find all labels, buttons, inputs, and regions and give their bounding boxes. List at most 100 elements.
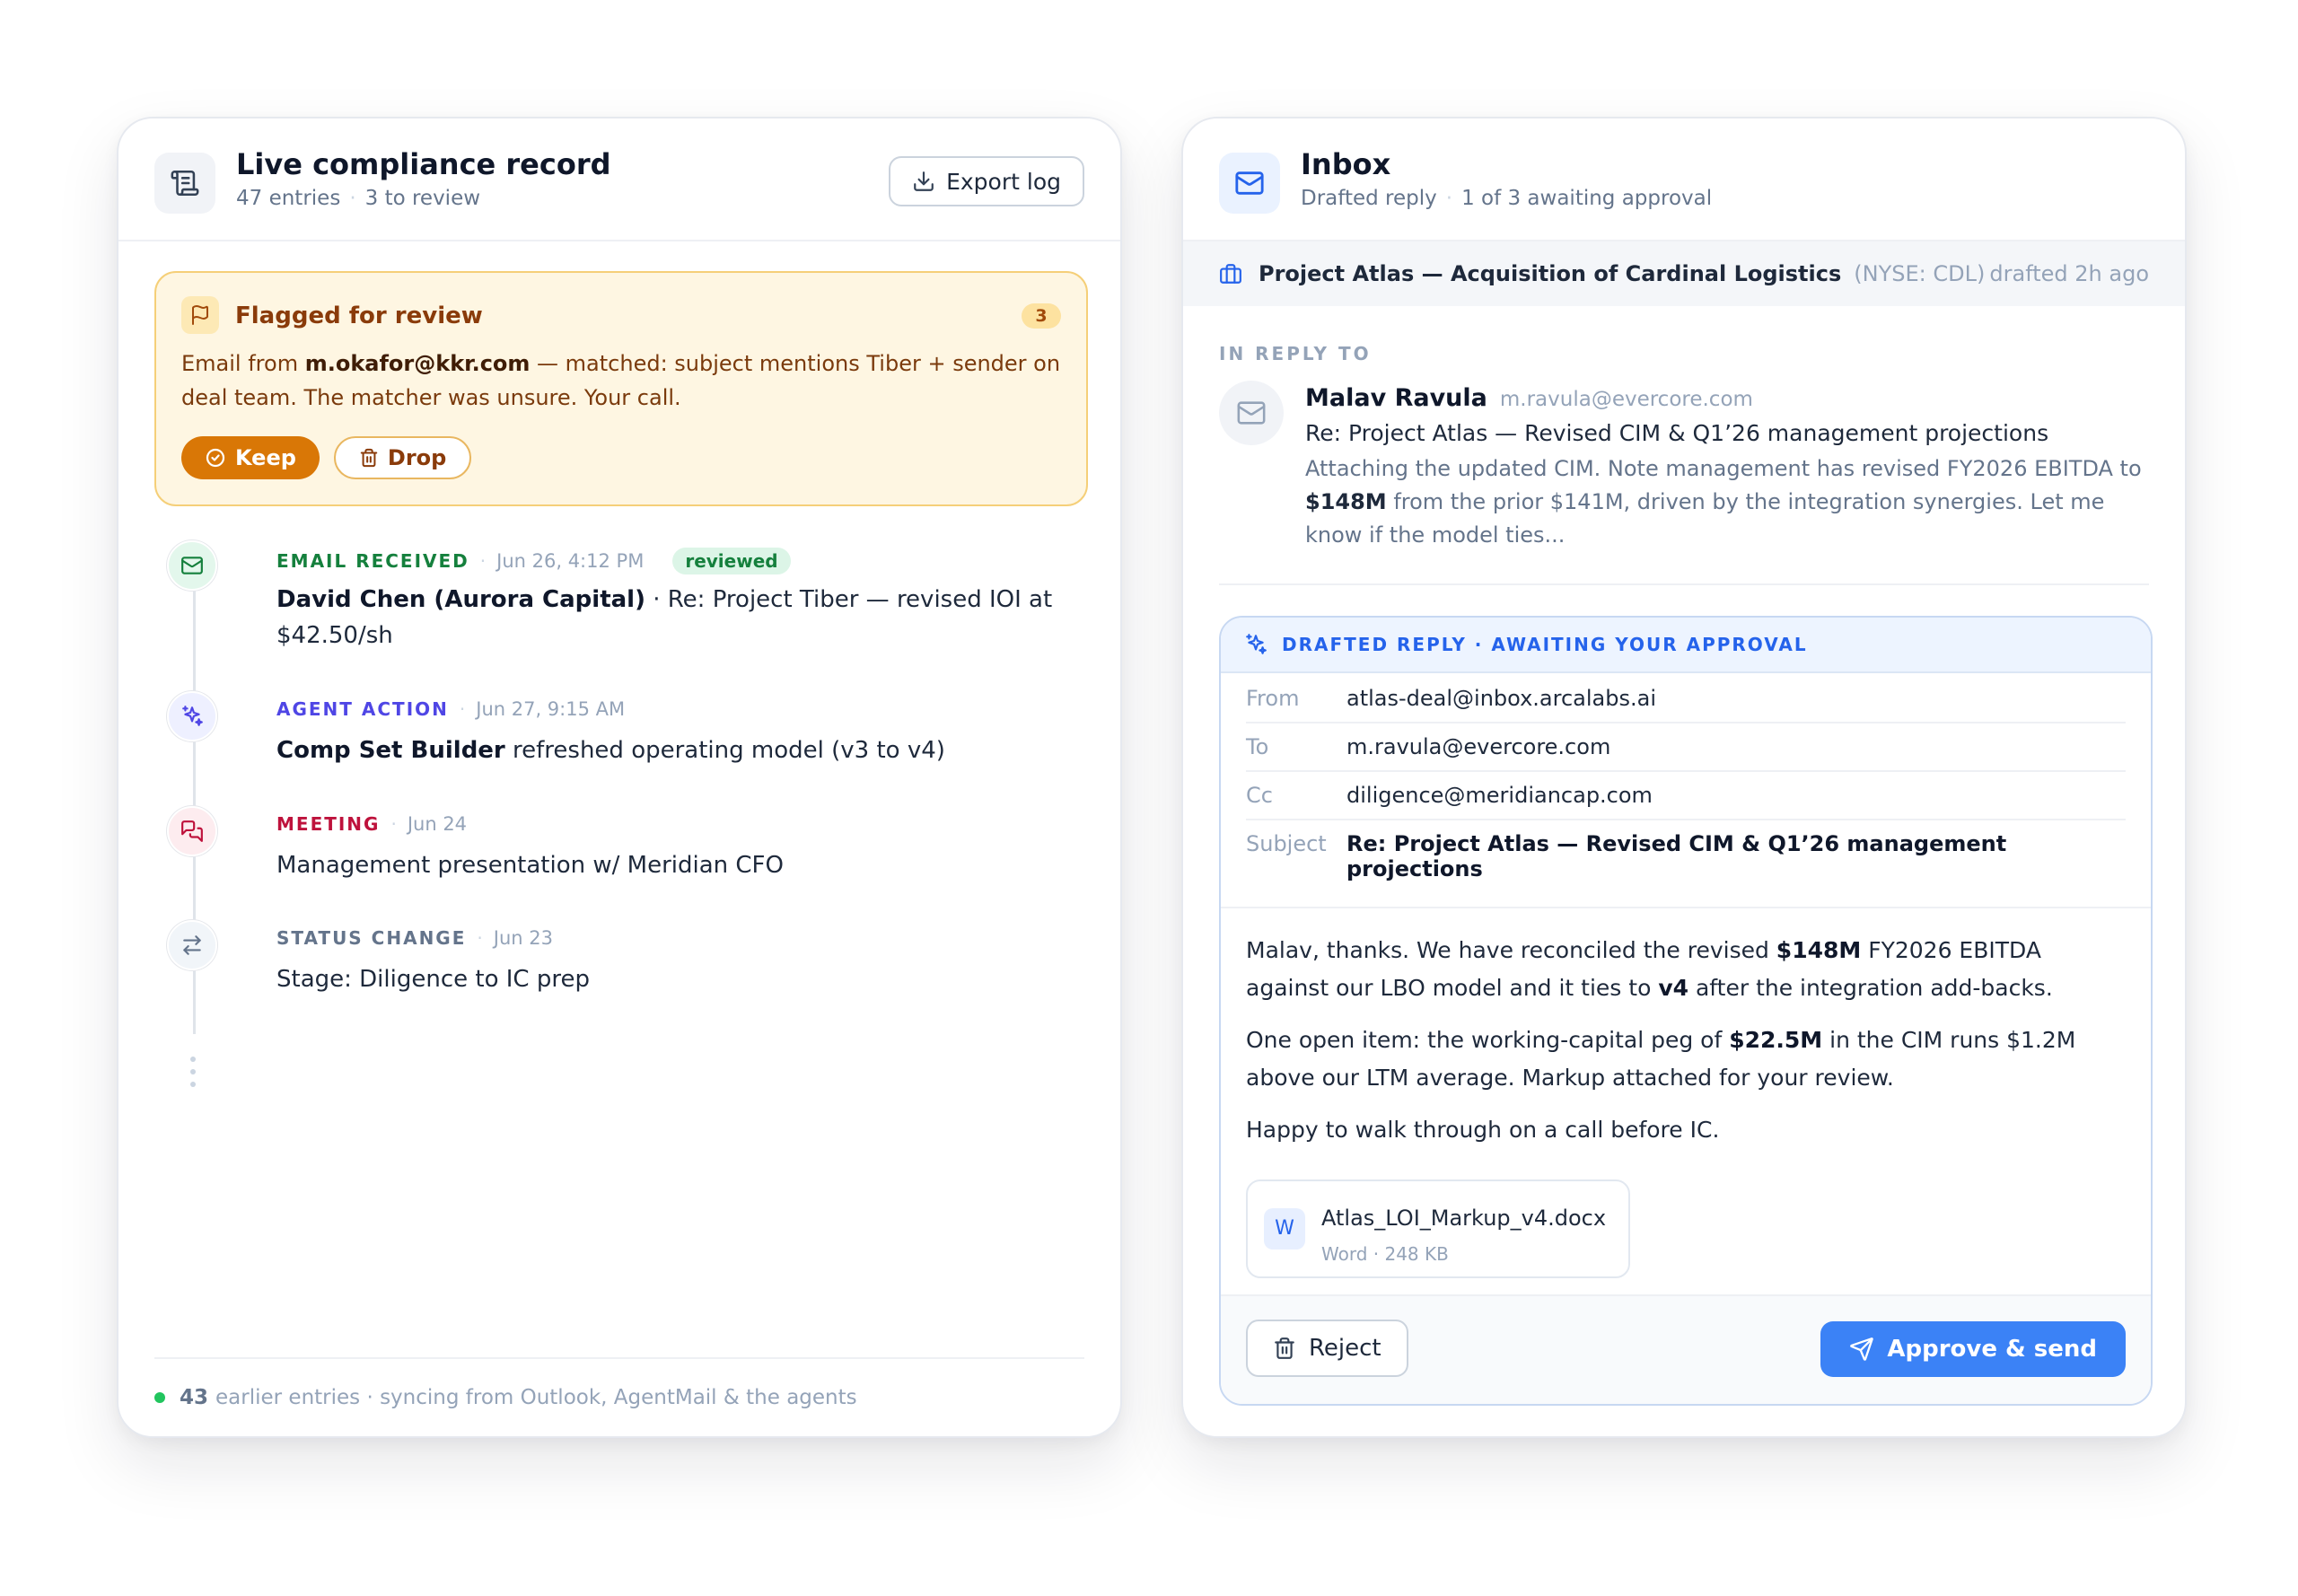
subject-label: Subject [1246, 831, 1327, 856]
sender-name: Malav Ravula [1305, 384, 1487, 412]
inbox-panel: Inbox Drafted reply · 1 of 3 awaiting appr… [1181, 117, 2187, 1438]
flag-count-badge: 3 [1022, 303, 1061, 329]
to-value[interactable]: m.ravula@evercore.com [1346, 734, 1610, 759]
compliance-subtitle: 47 entries · 3 to review [236, 187, 481, 210]
draft-paragraph: Happy to walk through on a call before I… [1246, 1117, 1720, 1143]
draft-paragraph: Malav, thanks. We have reconciled the re… [1246, 937, 2053, 1001]
deal-name: Project Atlas — Acquisition of Cardinal … [1259, 261, 1842, 286]
sender-email: m.ravula@evercore.com [1499, 388, 1753, 411]
draft-header-label: DRAFTED REPLY · AWAITING YOUR APPROVAL [1282, 634, 1808, 655]
event-text: Management presentation w/ Meridian CFO [276, 852, 784, 879]
attachment-name: Atlas_LOI_Markup_v4.docx [1321, 1206, 1607, 1231]
flag-message: Email from m.okafor@kkr.com — matched: s… [181, 346, 1061, 415]
event-type: AGENT ACTION [276, 698, 449, 720]
trash-icon [1275, 1337, 1294, 1359]
sync-status-dot [154, 1392, 165, 1403]
draft-paragraph: One open item: the working-capital peg o… [1246, 1027, 2076, 1091]
event-actor: Comp Set Builder [276, 737, 505, 764]
approval-count: 1 of 3 awaiting approval [1461, 187, 1713, 210]
sparkles-icon [1246, 634, 1267, 654]
swap-arrows-icon [167, 920, 217, 970]
cc-label: Cc [1246, 783, 1273, 808]
approve-label: Approve & send [1887, 1336, 2097, 1363]
reject-button[interactable]: Reject [1246, 1320, 1408, 1377]
event-text: Comp Set Builder refreshed operating mod… [276, 732, 1066, 768]
flag-title: Flagged for review [235, 303, 483, 329]
chat-icon [167, 806, 217, 856]
email-fields: From atlas-deal@inbox.arcalabs.ai To m.r… [1221, 673, 2151, 907]
download-icon [914, 171, 934, 191]
original-sender[interactable]: Malav Ravula m.ravula@evercore.com [1305, 384, 1753, 412]
deal-banner: Project Atlas — Acquisition of Cardinal … [1183, 241, 2185, 306]
event-date: Jun 24 [407, 813, 468, 835]
deal-ticker: (NYSE: CDL) [1854, 261, 1986, 286]
export-log-label: Export log [946, 168, 1061, 195]
inbox-subtitle: Drafted reply · 1 of 3 awaiting approval [1301, 187, 1713, 210]
word-document-icon: W [1264, 1208, 1305, 1250]
review-count: 3 to review [364, 187, 481, 210]
compliance-record-panel: Live compliance record 47 entries · 3 to r… [117, 117, 1122, 1438]
drop-label: Drop [387, 445, 447, 470]
scroll-icon [154, 153, 215, 214]
mail-icon [167, 540, 217, 591]
mail-icon [1237, 401, 1266, 425]
divider [1219, 583, 2149, 585]
check-circle-icon [206, 448, 225, 468]
from-value[interactable]: atlas-deal@inbox.arcalabs.ai [1346, 686, 1656, 711]
event-type: STATUS CHANGE [276, 927, 467, 949]
approve-send-button[interactable]: Approve & send [1820, 1321, 2126, 1377]
attachment[interactable]: W Atlas_LOI_Markup_v4.docx Word · 248 KB [1246, 1179, 1630, 1278]
send-icon [1850, 1337, 1874, 1361]
reject-label: Reject [1309, 1335, 1381, 1362]
draft-header: DRAFTED REPLY · AWAITING YOUR APPROVAL [1221, 618, 2151, 673]
flag-prefix: Email from [181, 351, 305, 376]
export-log-button[interactable]: Export log [889, 156, 1084, 206]
flag-sender: m.okafor@kkr.com [304, 351, 531, 376]
from-row: From atlas-deal@inbox.arcalabs.ai [1246, 673, 2126, 723]
event-detail: refreshed operating model (v3 to v4) [504, 737, 945, 764]
event-text: David Chen (Aurora Capital) · Re: Projec… [276, 582, 1066, 653]
to-label: To [1246, 734, 1269, 759]
preview-text: from the prior $141M, driven by the inte… [1305, 489, 2105, 548]
original-subject: Re: Project Atlas — Revised CIM & Q1’26 … [1305, 420, 2049, 446]
draft-time: drafted 2h ago [1989, 261, 2149, 286]
sparkles-icon [167, 691, 217, 741]
subject-row: Subject Re: Project Atlas — Revised CIM … [1246, 820, 2126, 907]
flagged-for-review-box: Flagged for review 3 Email from m.okafor… [154, 271, 1088, 506]
earlier-count: 43 [180, 1386, 209, 1409]
cc-value[interactable]: diligence@meridiancap.com [1346, 783, 1653, 808]
timeline-more-dots [190, 1057, 197, 1087]
event-actor: David Chen (Aurora Capital) [276, 586, 645, 613]
flag-icon [181, 296, 219, 334]
original-preview: Attaching the updated CIM. Note manageme… [1305, 452, 2158, 552]
event-type: MEETING [276, 813, 381, 835]
compliance-header: Live compliance record 47 entries · 3 to r… [118, 118, 1120, 241]
compliance-footer: 43 earlier entries · syncing from Outloo… [154, 1357, 1084, 1436]
draft-body[interactable]: Malav, thanks. We have reconciled the re… [1221, 908, 2151, 1278]
event-type: EMAIL RECEIVED [276, 550, 469, 572]
compliance-title: Live compliance record [236, 147, 611, 181]
keep-button[interactable]: Keep [181, 436, 320, 479]
attachment-meta: Word · 248 KB [1321, 1243, 1449, 1265]
entries-count: 47 entries [236, 187, 341, 210]
inbox-title: Inbox [1301, 147, 1391, 181]
in-reply-to-label: IN REPLY TO [1219, 343, 1372, 364]
cc-row: Cc diligence@meridiancap.com [1246, 772, 2126, 820]
drop-button[interactable]: Drop [333, 436, 472, 479]
inbox-header: Inbox Drafted reply · 1 of 3 awaiting appr… [1183, 118, 2185, 241]
event-date: Jun 23 [493, 927, 553, 949]
drafted-reply-card: DRAFTED REPLY · AWAITING YOUR APPROVAL F… [1219, 616, 2153, 1406]
subject-value[interactable]: Re: Project Atlas — Revised CIM & Q1’26 … [1346, 831, 2029, 881]
draft-actions: Reject Approve & send [1221, 1294, 2151, 1404]
reviewed-badge: reviewed [672, 548, 791, 574]
avatar [1219, 381, 1284, 445]
to-row: To m.ravula@evercore.com [1246, 723, 2126, 772]
mail-icon [1219, 153, 1280, 214]
trash-icon [360, 448, 378, 468]
event-text: Stage: Diligence to IC prep [276, 966, 590, 993]
sync-text: earlier entries · syncing from Outlook, … [215, 1386, 857, 1409]
preview-text: Attaching the updated CIM. Note manageme… [1305, 456, 2142, 481]
event-date: Jun 26, 4:12 PM [496, 550, 645, 572]
from-label: From [1246, 686, 1300, 711]
event-date: Jun 27, 9:15 AM [476, 698, 626, 720]
